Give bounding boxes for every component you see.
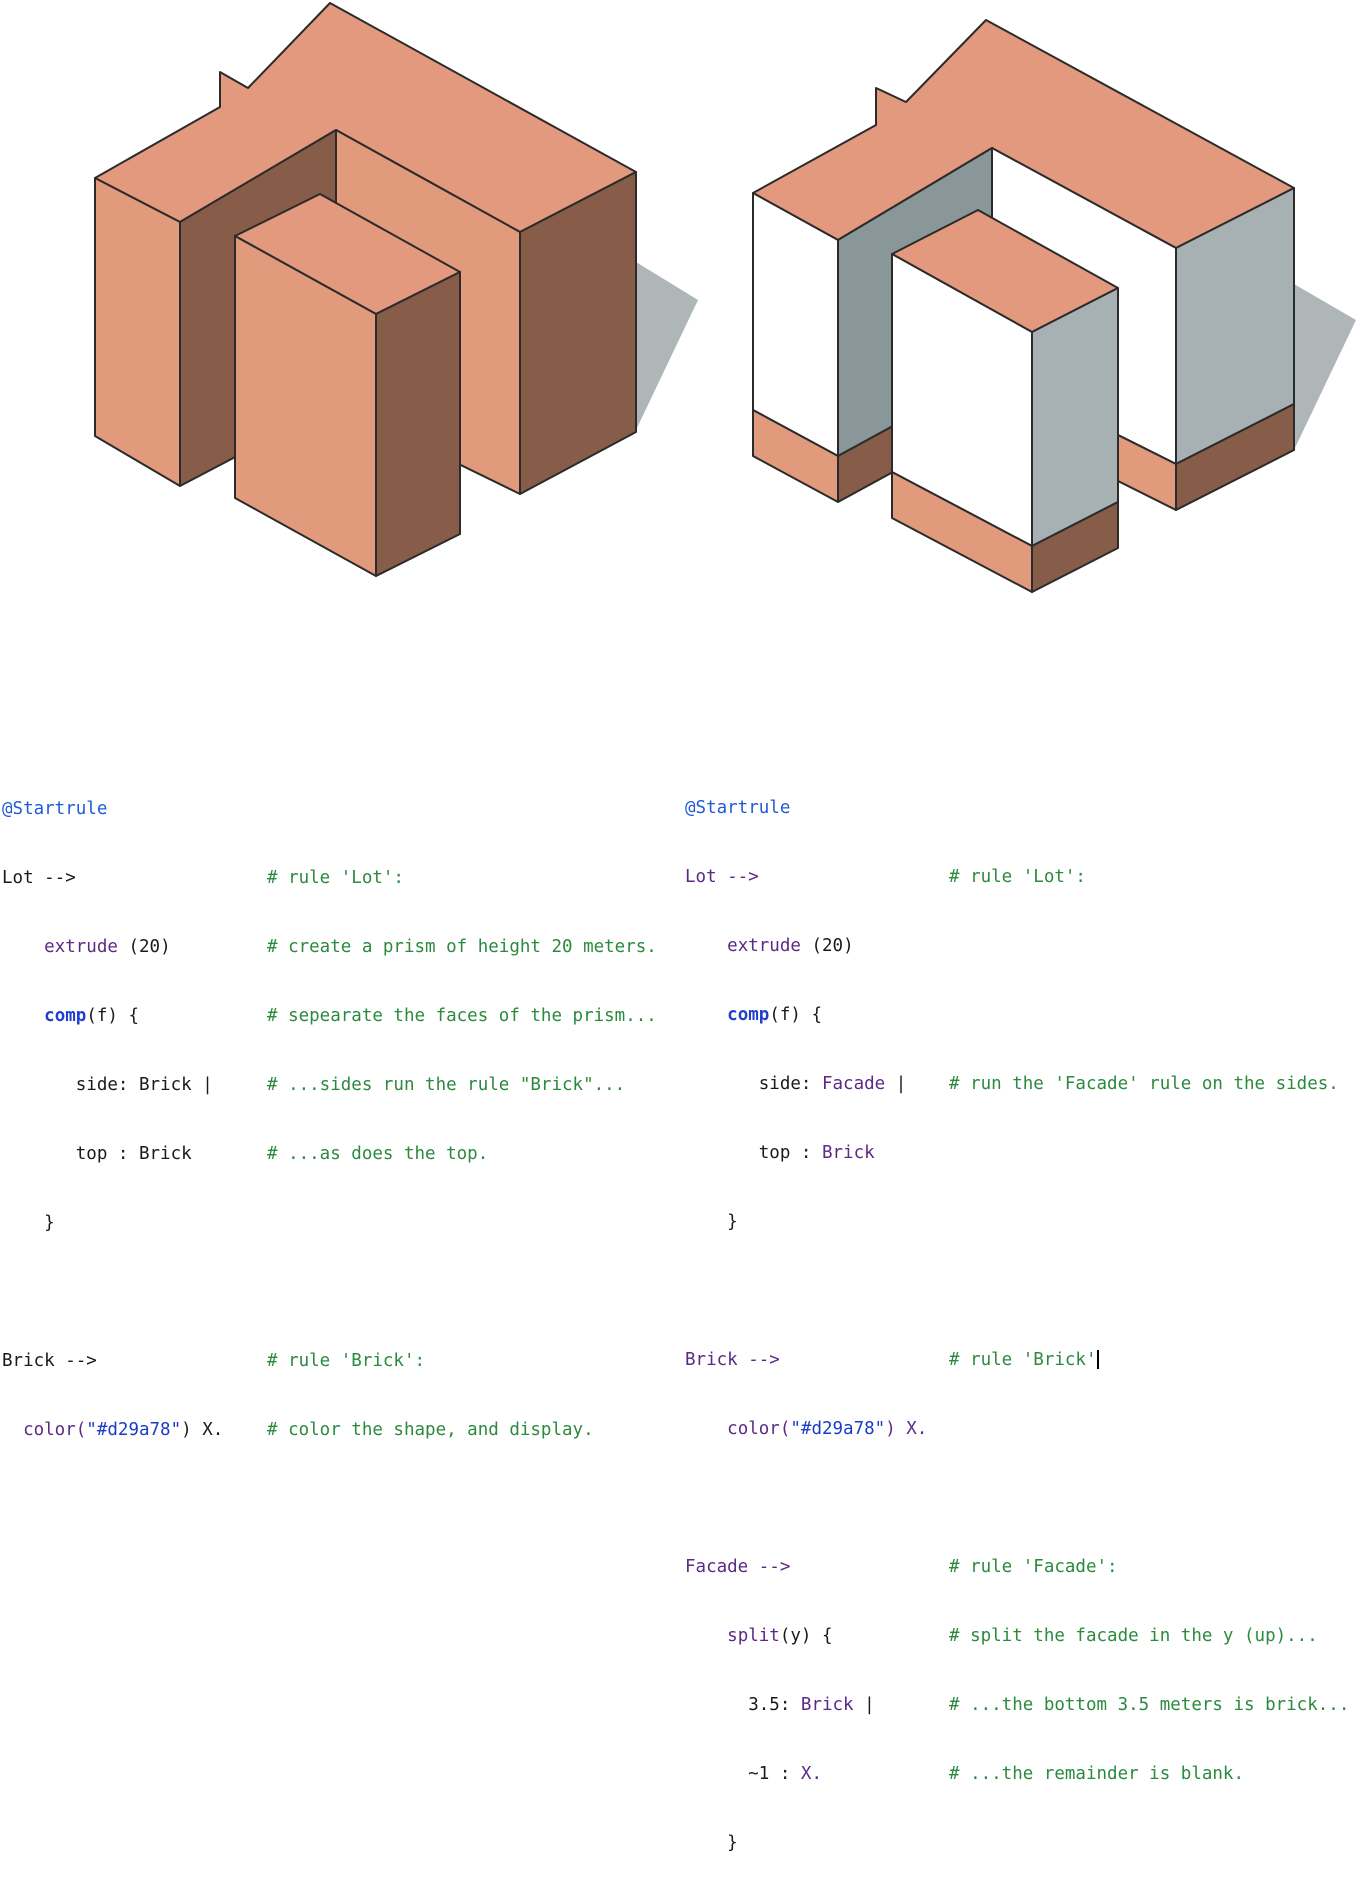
rule-lot-decl: Lot -->: [685, 867, 759, 887]
text-caret: [1096, 1350, 1099, 1369]
brick-ref: Brick: [800, 1695, 854, 1715]
code-line: }: [685, 1832, 927, 1855]
code-line: ~1 : X. # ...the remainder is blank.: [685, 1763, 1244, 1786]
code-comment: # rule 'Brick':: [267, 1351, 426, 1371]
color-string: "#d29a78": [86, 1420, 182, 1440]
code-line: 3.5: Brick | # ...the bottom 3.5 meters i…: [685, 1694, 1349, 1717]
branch-separator: |: [853, 1695, 875, 1715]
split-size-label: 3.5:: [748, 1695, 801, 1715]
code-line: top : Brick # ...as does the top.: [2, 1143, 489, 1166]
close-brace: }: [727, 1833, 738, 1853]
extrude-op: extrude: [44, 937, 118, 957]
code-comment: # sepearate the faces of the prism...: [267, 1006, 657, 1026]
right-code-block: @Startrule Lot --> # rule 'Lot': extrude …: [685, 751, 1349, 1878]
color-close: ) X.: [885, 1419, 928, 1439]
color-close: ) X.: [181, 1420, 224, 1440]
code-line: side: Facade | # run the 'Facade' rule on…: [685, 1073, 1339, 1096]
code-comment: # ...sides run the rule "Brick"...: [267, 1075, 626, 1095]
startrule-annotation: @Startrule: [2, 799, 108, 819]
code-comment: # rule 'Lot':: [949, 867, 1086, 887]
comp-op: comp: [44, 1006, 87, 1026]
rule-lot-decl: Lot -->: [2, 868, 76, 888]
code-line: color("#d29a78") X. # color the shape, an…: [2, 1419, 594, 1442]
split-rest-label: ~1 :: [748, 1764, 801, 1784]
code-comment: # ...as does the top.: [267, 1144, 489, 1164]
code-line: comp(f) { # sepearate the faces of the pr…: [2, 1005, 657, 1028]
facade-ref: Facade: [821, 1074, 886, 1094]
code-line: Lot --> # rule 'Lot':: [2, 867, 404, 890]
color-op: color(: [23, 1420, 87, 1440]
blank-terminal: X.: [800, 1764, 822, 1784]
rule-brick-decl: Brick -->: [685, 1350, 780, 1370]
code-line: }: [685, 1211, 927, 1234]
comp-args: (f) {: [86, 1006, 139, 1026]
rule-facade-decl: Facade -->: [685, 1557, 791, 1577]
code-line: color("#d29a78") X.: [685, 1418, 927, 1441]
code-line: extrude (20): [685, 935, 927, 958]
code-line: @Startrule: [2, 798, 223, 821]
comp-side-label: side:: [758, 1074, 822, 1094]
code-line: extrude (20) # create a prism of height 2…: [2, 936, 657, 959]
close-brace: }: [727, 1212, 738, 1232]
code-line: split(y) { # split the facade in the y (u…: [685, 1625, 1318, 1648]
code-comment: # rule 'Facade':: [949, 1557, 1118, 1577]
comp-top-branch: top : Brick: [75, 1144, 192, 1164]
left-wing-front: [94, 177, 181, 487]
close-brace: }: [44, 1213, 55, 1233]
rule-brick-decl: Brick -->: [2, 1351, 97, 1371]
left-tower-side: [375, 271, 461, 577]
extrude-op: extrude: [727, 936, 801, 956]
code-line: Facade --> # rule 'Facade':: [685, 1556, 1118, 1579]
code-comment: # create a prism of height 20 meters.: [267, 937, 657, 957]
right-tower-side-upper: [1031, 287, 1119, 547]
code-comment: # rule 'Lot':: [267, 868, 404, 888]
code-comment: # color the shape, and display.: [267, 1420, 594, 1440]
code-line: comp(f) {: [685, 1004, 927, 1027]
code-comment: # ...the bottom 3.5 meters is brick...: [949, 1695, 1350, 1715]
comp-top-label: top :: [758, 1143, 822, 1163]
code-line: side: Brick | # ...sides run the rule "Br…: [2, 1074, 625, 1097]
code-comment: # ...the remainder is blank.: [949, 1764, 1245, 1784]
left-building-model: [94, 2, 698, 577]
split-args: (y) {: [779, 1626, 833, 1646]
left-code-block: @Startrule Lot --> # rule 'Lot': extrude …: [2, 752, 657, 1465]
code-line: Lot --> # rule 'Lot':: [685, 866, 1086, 889]
code-line: top : Brick: [685, 1142, 927, 1165]
code-comment: # run the 'Facade' rule on the sides.: [949, 1074, 1339, 1094]
startrule-annotation: @Startrule: [685, 798, 791, 818]
code-line: @Startrule: [685, 797, 927, 820]
code-line: }: [2, 1212, 223, 1235]
branch-separator: |: [885, 1074, 907, 1094]
brick-ref: Brick: [821, 1143, 875, 1163]
code-line: Brick --> # rule 'Brick':: [2, 1350, 425, 1373]
extrude-args: (20): [117, 937, 171, 957]
code-comment: # rule 'Brick': [949, 1350, 1097, 1370]
split-op: split: [727, 1626, 780, 1646]
code-comment: # split the facade in the y (up)...: [949, 1626, 1318, 1646]
comp-args: (f) {: [769, 1005, 822, 1025]
extrude-args: (20): [800, 936, 854, 956]
comment-with-caret: # rule 'Brick': [949, 1349, 1099, 1372]
comp-op: comp: [727, 1005, 770, 1025]
color-string: "#d29a78": [790, 1419, 886, 1439]
right-building-model: [752, 19, 1356, 593]
comp-side-branch: side: Brick |: [75, 1075, 213, 1095]
color-op: color(: [727, 1419, 791, 1439]
code-line: Brick --> # rule 'Brick': [685, 1349, 1099, 1372]
